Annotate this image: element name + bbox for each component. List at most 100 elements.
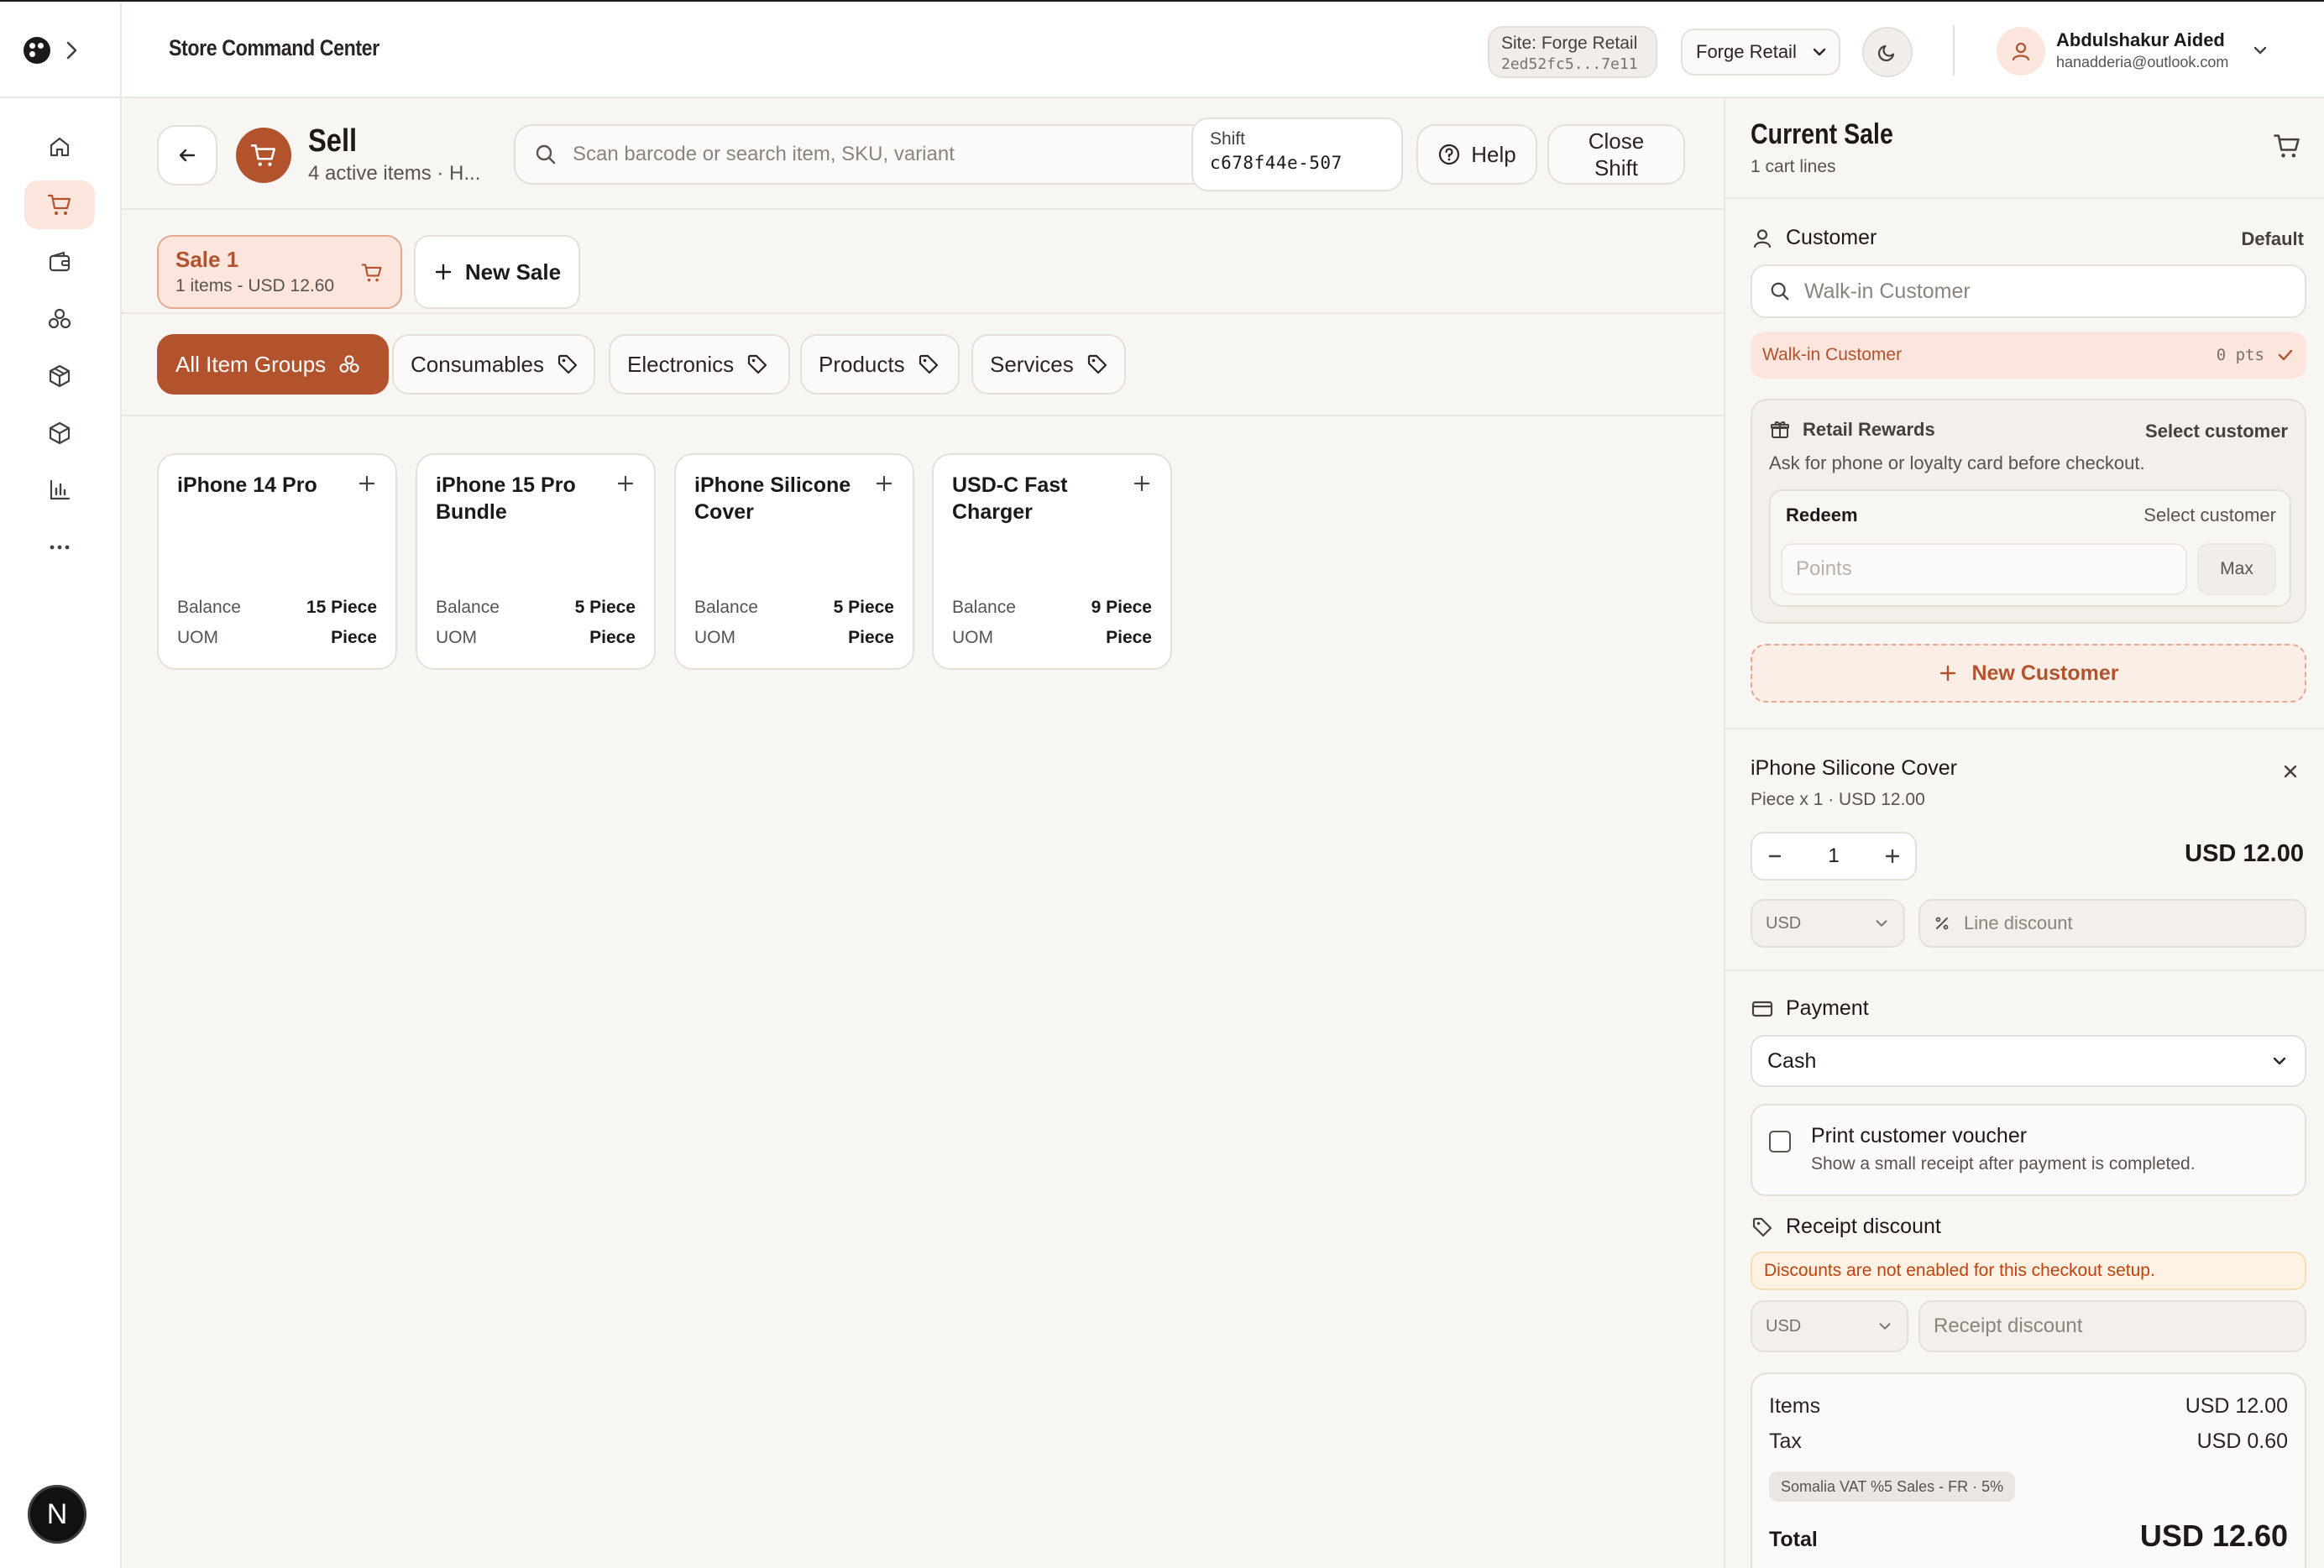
- rewards-description: Ask for phone or loyalty card before che…: [1769, 452, 2145, 473]
- cart-lines-count: 1 cart lines: [1751, 157, 1836, 176]
- line-currency-select[interactable]: USD: [1751, 899, 1905, 948]
- user-icon: [1751, 227, 1774, 250]
- app-logo-icon[interactable]: [24, 37, 50, 64]
- quantity-value[interactable]: 1: [1828, 844, 1839, 868]
- sidebar-item-wallet[interactable]: [24, 238, 95, 286]
- item-card[interactable]: iPhone 14 Pro Balance 15 Piece UOM Piece: [157, 453, 397, 670]
- items-total-label: Items: [1769, 1394, 1821, 1418]
- boxes-icon: [46, 306, 73, 332]
- moon-icon: [1876, 41, 1898, 63]
- company-select[interactable]: Forge Retail: [1681, 29, 1840, 76]
- discount-warning: Discounts are not enabled for this check…: [1751, 1252, 2306, 1290]
- sidebar: N: [0, 98, 122, 1568]
- arrow-left-icon: [176, 144, 198, 166]
- uom-value: Piece: [331, 628, 377, 647]
- sidebar-item-home[interactable]: [24, 123, 95, 171]
- minus-icon[interactable]: [1766, 847, 1784, 865]
- sidebar-item-receiving[interactable]: [24, 352, 95, 400]
- payment-method-select[interactable]: Cash: [1751, 1035, 2306, 1087]
- points-field[interactable]: [1781, 543, 2187, 595]
- print-voucher-option[interactable]: Print customer voucher Show a small rece…: [1751, 1104, 2306, 1196]
- print-voucher-subtitle: Show a small receipt after payment is co…: [1811, 1154, 2196, 1173]
- item-search[interactable]: [514, 124, 1296, 185]
- points-input[interactable]: [1796, 557, 2174, 581]
- group-chip-electronics[interactable]: Electronics: [609, 334, 790, 395]
- rewards-select-customer[interactable]: Select customer: [2145, 421, 2288, 442]
- expand-sidebar-icon[interactable]: [64, 39, 81, 62]
- selected-customer-option[interactable]: Walk-in Customer 0 pts: [1751, 332, 2306, 379]
- site-badge[interactable]: Site: Forge Retail 2ed52fc5...7e11: [1488, 26, 1657, 78]
- print-voucher-checkbox[interactable]: [1769, 1131, 1791, 1152]
- item-card[interactable]: USD-C Fast Charger Balance 9 Piece UOM Pie…: [932, 453, 1172, 670]
- grand-total-label: Total: [1769, 1528, 1818, 1551]
- group-chip-all[interactable]: All Item Groups: [157, 334, 389, 395]
- customer-default-label: Default: [2241, 228, 2304, 249]
- more-icon: [47, 535, 72, 560]
- new-customer-button[interactable]: New Customer: [1751, 644, 2306, 703]
- add-item-icon[interactable]: [874, 473, 894, 494]
- group-chip-services[interactable]: Services: [971, 334, 1126, 395]
- user-avatar[interactable]: [1997, 27, 2045, 76]
- sidebar-item-inventory[interactable]: [24, 295, 95, 343]
- print-voucher-title: Print customer voucher: [1811, 1124, 2028, 1147]
- item-card[interactable]: iPhone 15 Pro Bundle Balance 5 Piece UOM P…: [416, 453, 656, 670]
- sidebar-item-more[interactable]: [24, 523, 95, 572]
- group-chip-label: All Item Groups: [175, 351, 327, 377]
- bottom-avatar[interactable]: N: [28, 1485, 86, 1544]
- balance-value: 9 Piece: [1091, 598, 1152, 617]
- new-sale-button[interactable]: New Sale: [414, 235, 580, 309]
- chevron-down-icon: [1810, 43, 1829, 61]
- user-email: hanadderia@outlook.com: [2056, 54, 2229, 71]
- group-chip-products[interactable]: Products: [800, 334, 960, 395]
- sale-tab-name: Sale 1: [175, 247, 239, 272]
- add-item-icon[interactable]: [357, 473, 377, 494]
- remove-line-icon[interactable]: [2280, 761, 2300, 781]
- boxes-icon: [338, 353, 361, 376]
- line-discount-input[interactable]: [1964, 912, 2199, 934]
- max-points-button[interactable]: Max: [2197, 543, 2276, 595]
- chevron-down-icon: [1876, 1318, 1893, 1335]
- group-chip-label: Services: [990, 351, 1074, 377]
- page-title: Sell: [308, 123, 358, 159]
- sidebar-item-products[interactable]: [24, 409, 95, 457]
- group-chip-consumables[interactable]: Consumables: [392, 334, 595, 395]
- rewards-title: Retail Rewards: [1803, 419, 1935, 440]
- item-name: iPhone 15 Pro Bundle: [436, 473, 576, 524]
- sidebar-item-reports[interactable]: [24, 466, 95, 515]
- plus-icon[interactable]: [1883, 847, 1902, 865]
- cart-line-total: USD 12.00: [2185, 840, 2304, 867]
- shift-label: Shift: [1210, 129, 1246, 149]
- new-sale-label: New Sale: [464, 259, 562, 285]
- sidebar-item-sell[interactable]: [24, 180, 95, 229]
- add-item-icon[interactable]: [1132, 473, 1152, 494]
- customer-search[interactable]: [1751, 264, 2306, 318]
- add-item-icon[interactable]: [615, 473, 636, 494]
- redeem-select-customer: Select customer: [2143, 504, 2276, 525]
- package-icon: [47, 421, 72, 446]
- chevron-down-icon: [2269, 1051, 2290, 1071]
- sale-tab-active[interactable]: Sale 1 1 items - USD 12.60: [157, 235, 402, 309]
- tax-badge: Somalia VAT %5 Sales - FR · 5%: [1769, 1471, 2016, 1502]
- close-shift-button[interactable]: Close Shift: [1547, 124, 1685, 185]
- help-button[interactable]: Help: [1416, 124, 1537, 185]
- cart-title: Current Sale: [1751, 118, 1893, 150]
- package-check-icon: [47, 363, 72, 389]
- item-search-input[interactable]: [573, 143, 1278, 166]
- back-button[interactable]: [157, 125, 217, 186]
- user-menu-chevron-icon[interactable]: [2250, 40, 2270, 60]
- plus-icon: [433, 262, 453, 282]
- cart-line-name: iPhone Silicone Cover: [1751, 756, 1957, 780]
- plus-icon: [1938, 663, 1958, 683]
- receipt-currency-select[interactable]: USD: [1751, 1300, 1908, 1352]
- receipt-discount-input[interactable]: [1934, 1315, 2286, 1338]
- receipt-discount-field[interactable]: [1918, 1300, 2306, 1352]
- line-discount-field[interactable]: [1918, 899, 2306, 948]
- cart-line-detail: Piece x 1 · USD 12.00: [1751, 790, 1925, 809]
- sales-tabs: Sale 1 1 items - USD 12.60 New Sale: [122, 212, 1724, 314]
- items-total-value: USD 12.00: [2185, 1394, 2288, 1418]
- customer-search-input[interactable]: [1804, 279, 2291, 304]
- gift-icon: [1769, 419, 1791, 441]
- item-card[interactable]: iPhone Silicone Cover Balance 5 Piece UOM…: [674, 453, 914, 670]
- tag-icon: [1751, 1215, 1774, 1239]
- theme-toggle-button[interactable]: [1862, 27, 1913, 77]
